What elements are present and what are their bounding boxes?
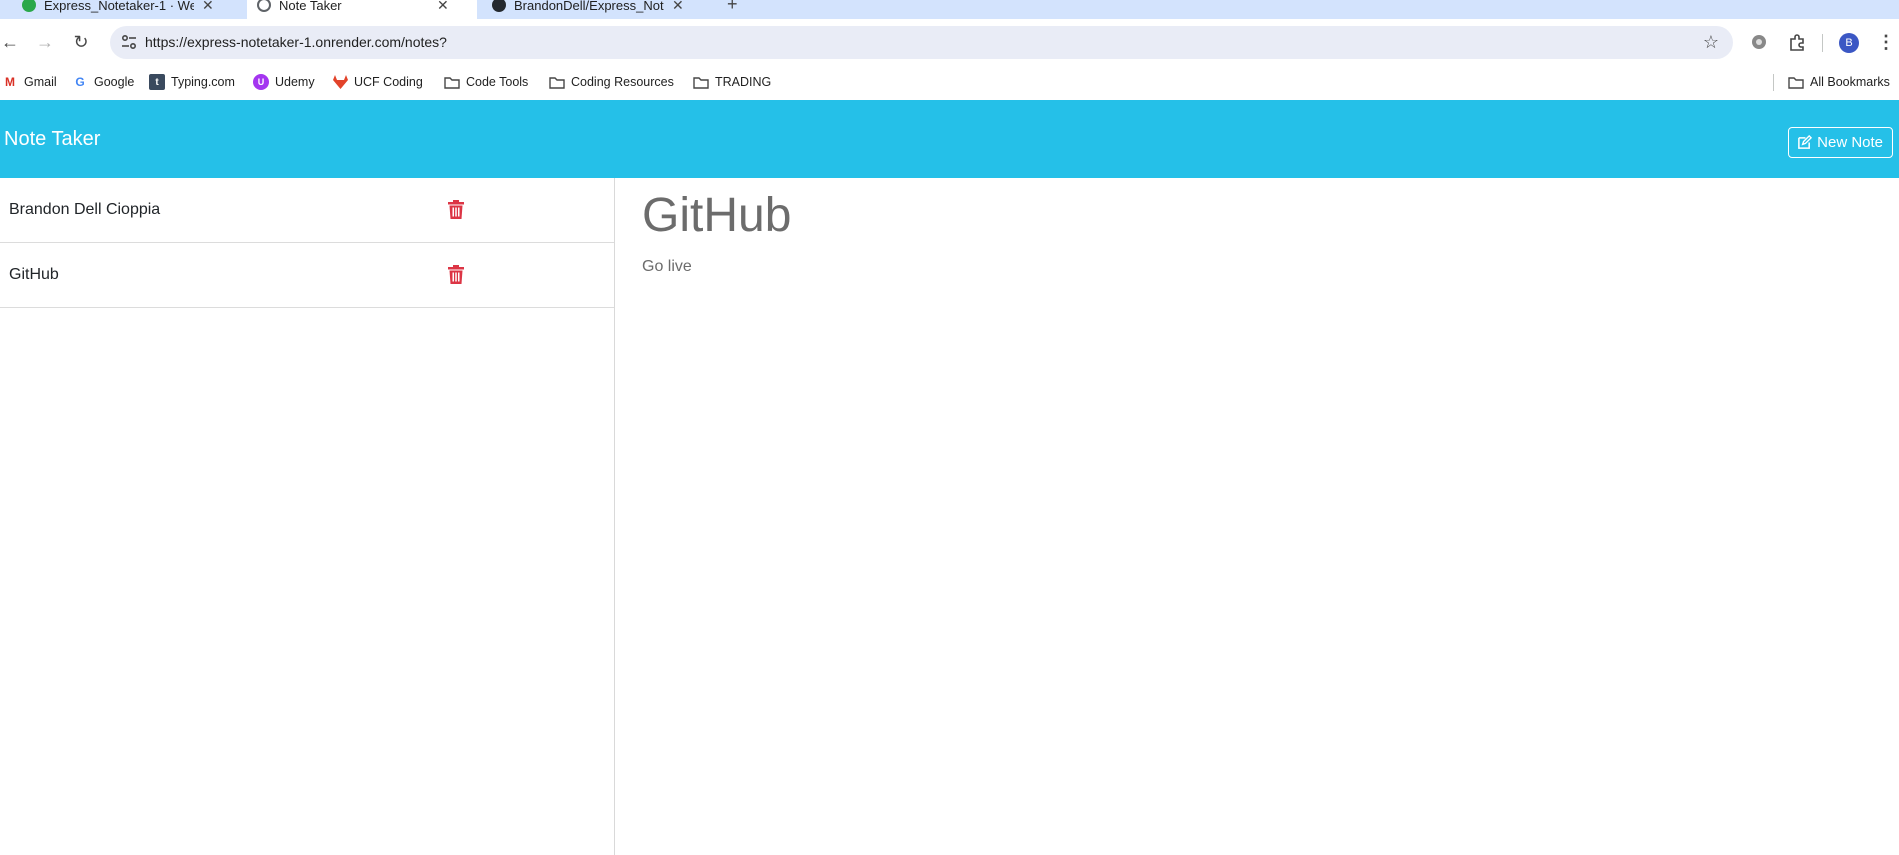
browser-tab-2[interactable]: Note Taker ✕ bbox=[247, 0, 477, 19]
list-item[interactable]: Brandon Dell Cioppia bbox=[0, 178, 614, 243]
udemy-icon: U bbox=[253, 74, 269, 90]
tab-title: BrandonDell/Express_Notetaker bbox=[514, 0, 664, 13]
bookmark-label: Coding Resources bbox=[571, 75, 674, 89]
browser-tab-strip: Express_Notetaker-1 · Web ✕ Note Taker ✕… bbox=[0, 0, 1899, 19]
bookmark-folder-coding-resources[interactable]: Coding Resources bbox=[549, 73, 674, 91]
google-icon: G bbox=[75, 75, 85, 89]
menu-kebab-icon[interactable]: ⋮ bbox=[1875, 31, 1897, 53]
bookmark-label: Udemy bbox=[275, 75, 315, 89]
browser-tab-1[interactable]: Express_Notetaker-1 · Web ✕ bbox=[12, 0, 244, 19]
new-tab-button[interactable]: + bbox=[727, 0, 738, 15]
bookmark-label: All Bookmarks bbox=[1810, 75, 1890, 89]
bookmarks-bar: M Gmail G Google t Typing.com U Udemy UC… bbox=[0, 65, 1899, 100]
folder-icon bbox=[549, 74, 565, 90]
browser-tab-3[interactable]: BrandonDell/Express_Notetaker ✕ bbox=[482, 0, 714, 19]
bookmark-google[interactable]: G Google bbox=[72, 73, 134, 91]
tab-favicon-icon bbox=[257, 0, 271, 12]
bookmark-gmail[interactable]: M Gmail bbox=[2, 73, 57, 91]
trash-icon[interactable] bbox=[448, 265, 464, 284]
bookmark-folder-code-tools[interactable]: Code Tools bbox=[444, 73, 528, 91]
note-item-title: GitHub bbox=[9, 266, 59, 283]
note-list: Brandon Dell Cioppia GitHub bbox=[0, 178, 615, 855]
bookmark-typing[interactable]: t Typing.com bbox=[149, 73, 235, 91]
note-text-area[interactable]: Go live bbox=[642, 258, 1842, 758]
new-note-button[interactable]: New Note bbox=[1788, 127, 1893, 158]
reload-icon[interactable]: ↻ bbox=[69, 30, 93, 54]
bookmark-label: UCF Coding bbox=[354, 75, 423, 89]
forward-arrow-icon[interactable]: → bbox=[33, 30, 57, 54]
gmail-icon: M bbox=[5, 75, 15, 89]
bookmark-label: Code Tools bbox=[466, 75, 529, 89]
github-icon bbox=[492, 0, 506, 12]
tab-title: Express_Notetaker-1 · Web bbox=[44, 0, 194, 13]
tab-title: Note Taker bbox=[279, 0, 342, 13]
bookmark-ucf-coding[interactable]: UCF Coding bbox=[332, 73, 423, 91]
all-bookmarks-button[interactable]: All Bookmarks bbox=[1788, 73, 1890, 91]
site-info-icon[interactable] bbox=[120, 33, 138, 51]
bookmarks-divider bbox=[1773, 74, 1774, 91]
browser-toolbar: ← → ↻ ☆ B ⋮ bbox=[0, 19, 1899, 65]
note-editor: Go live bbox=[616, 178, 1899, 855]
list-item[interactable]: GitHub bbox=[0, 243, 614, 308]
bookmark-label: TRADING bbox=[715, 75, 772, 89]
url-input[interactable] bbox=[145, 26, 1545, 59]
tab-close-icon[interactable]: ✕ bbox=[437, 0, 449, 14]
bookmark-udemy[interactable]: U Udemy bbox=[253, 73, 315, 91]
folder-icon bbox=[444, 74, 460, 90]
app-brand[interactable]: Note Taker bbox=[4, 100, 100, 178]
extension-puzzle-icon[interactable] bbox=[1748, 31, 1770, 53]
folder-icon bbox=[1788, 74, 1804, 90]
folder-icon bbox=[693, 74, 709, 90]
note-item-title: Brandon Dell Cioppia bbox=[9, 201, 161, 218]
extensions-icon[interactable] bbox=[1786, 31, 1808, 53]
note-title-input[interactable] bbox=[642, 188, 1842, 243]
gitlab-icon bbox=[332, 74, 348, 90]
trash-icon[interactable] bbox=[448, 200, 464, 219]
bookmark-label: Typing.com bbox=[171, 75, 235, 89]
tab-close-icon[interactable]: ✕ bbox=[202, 0, 214, 14]
bookmark-label: Gmail bbox=[24, 75, 57, 89]
bookmark-star-icon[interactable]: ☆ bbox=[1703, 32, 1719, 53]
new-note-label: New Note bbox=[1817, 134, 1883, 151]
bookmark-label: Google bbox=[94, 75, 135, 89]
bookmark-folder-trading[interactable]: TRADING bbox=[693, 73, 771, 91]
back-arrow-icon[interactable]: ← bbox=[0, 30, 22, 54]
tab-close-icon[interactable]: ✕ bbox=[672, 0, 684, 14]
tab-favicon-icon bbox=[22, 0, 36, 12]
app-navbar: Note Taker New Note bbox=[0, 100, 1899, 178]
typing-icon: t bbox=[149, 74, 165, 90]
address-bar[interactable]: ☆ bbox=[110, 26, 1733, 59]
edit-icon bbox=[1798, 135, 1813, 149]
profile-avatar[interactable]: B bbox=[1839, 33, 1859, 53]
toolbar-divider bbox=[1822, 34, 1823, 52]
